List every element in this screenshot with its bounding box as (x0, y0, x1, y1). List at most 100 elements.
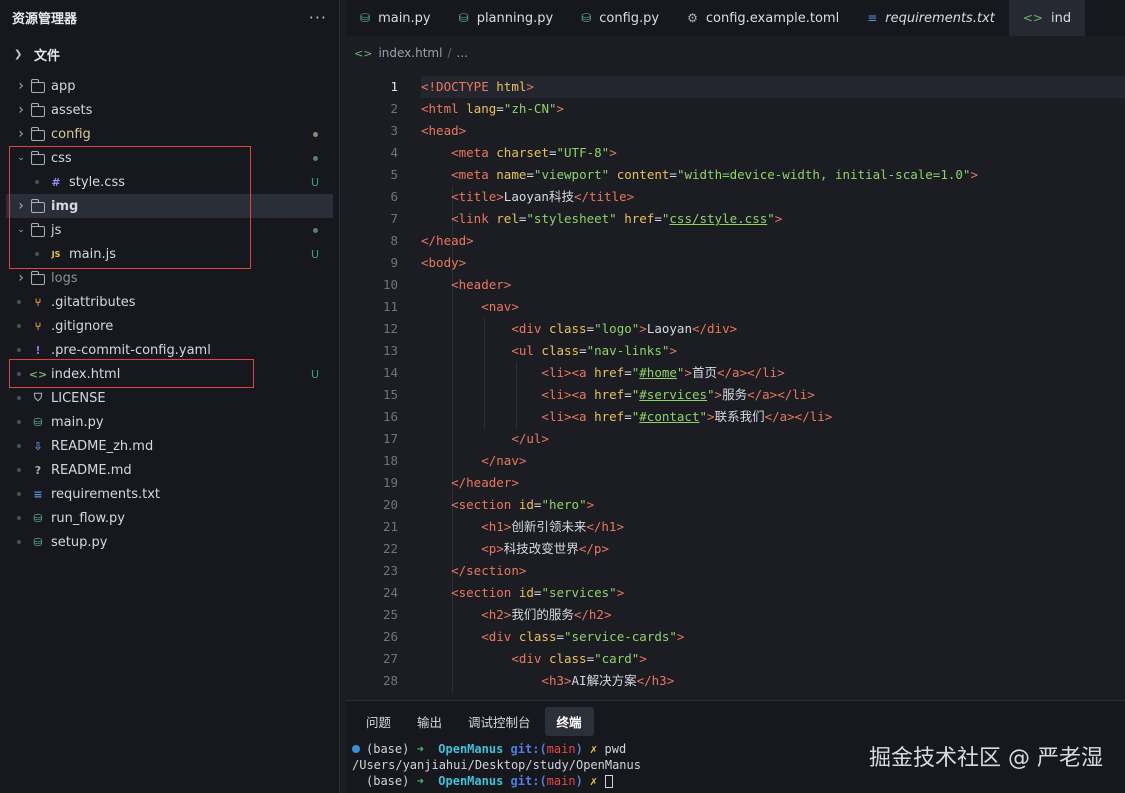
tree-item-label: app (51, 78, 76, 94)
editor-tab[interactable]: ⛁ config.py (567, 0, 673, 36)
chevron-right-icon: › (18, 78, 24, 94)
code-line: <meta name="viewport" content="width=dev… (451, 167, 978, 182)
explorer-title: 资源管理器 (12, 11, 78, 27)
line-number: 8 (390, 233, 398, 248)
tree-item[interactable]: › config (0, 122, 339, 146)
tree-item[interactable]: ⛁ main.py (0, 410, 339, 434)
html-icon: <> (354, 46, 373, 60)
editor-tab[interactable]: ⛁ main.py (346, 0, 445, 36)
code-line: <h2>我们的服务</h2> (481, 607, 612, 622)
tab-label: main.py (378, 10, 431, 26)
tree-item-label: logs (51, 270, 78, 286)
tree-item[interactable]: ⇩ README_zh.md (0, 434, 339, 458)
python-icon: ⛁ (33, 511, 43, 525)
indent-dot (17, 396, 21, 400)
code-line: <section id="hero"> (451, 497, 595, 512)
tree-item[interactable]: ⛁ setup.py (0, 530, 339, 554)
highlight-box (9, 146, 251, 269)
code-line: </nav> (481, 453, 527, 468)
line-number: 16 (382, 409, 398, 424)
line-number: 18 (382, 453, 398, 468)
line-number: 14 (382, 365, 398, 380)
line-number: 11 (382, 299, 398, 314)
folder-icon (30, 126, 46, 143)
folder-icon (30, 270, 46, 287)
tree-item[interactable]: ≡ requirements.txt (0, 482, 339, 506)
line-number: 3 (390, 123, 398, 138)
list-icon: ≡ (33, 487, 43, 501)
panel-tab[interactable]: 输出 (405, 707, 454, 736)
code-line: <h3>AI解决方案</h3> (541, 673, 675, 688)
line-number: 15 (382, 387, 398, 402)
panel-tab[interactable]: 终端 (544, 706, 594, 736)
code-editor[interactable]: 1 2 3 4 5 6 7 8 9 10 11 12 13 14 15 16 17 18 19 20 21 22 23 24 2… (346, 70, 1125, 692)
explorer-sidebar: 资源管理器 ··· ❯ 文件 › app › assets › config ⌄ css # st… (0, 0, 340, 793)
line-number: 23 (382, 563, 398, 578)
python-icon: ⛁ (33, 535, 43, 549)
more-icon[interactable]: ··· (309, 8, 327, 27)
tree-item-label: LICENSE (51, 390, 106, 406)
panel-tab[interactable]: 问题 (354, 707, 403, 736)
editor-tab[interactable]: ⚙ config.example.toml (673, 0, 853, 36)
download-icon: ⇩ (33, 439, 43, 453)
tab-label: config.py (599, 10, 660, 26)
tree-item[interactable]: ? README.md (0, 458, 339, 482)
highlight-box (9, 359, 254, 388)
code-line: <div class="card"> (511, 651, 647, 666)
files-section-header[interactable]: ❯ 文件 (0, 34, 339, 74)
breadcrumb-file[interactable]: index.html (378, 46, 442, 60)
tree-item-label: requirements.txt (51, 486, 161, 502)
editor-tab[interactable]: ⛁ planning.py (445, 0, 568, 36)
untracked-badge: U (311, 175, 320, 189)
code-line: <!DOCTYPE html> (421, 76, 1125, 98)
breadcrumb-rest[interactable]: ... (456, 46, 467, 60)
code-line: </ul> (511, 431, 549, 446)
tree-item[interactable]: ⛁ run_flow.py (0, 506, 339, 530)
files-section-label: 文件 (34, 48, 61, 64)
code-line: <html lang="zh-CN"> (421, 101, 565, 116)
panel-tabs: 问题 输出 调试控制台 终端 (346, 701, 1125, 741)
line-number: 17 (382, 431, 398, 446)
line-number: 25 (382, 607, 398, 622)
line-number: 26 (382, 629, 398, 644)
code-line: <link rel="stylesheet" href="css/style.c… (451, 211, 783, 226)
chevron-right-icon: › (18, 270, 24, 286)
tree-item[interactable]: › logs (0, 266, 339, 290)
folder-icon (30, 102, 46, 119)
tree-item-label: setup.py (51, 534, 108, 550)
tab-label: requirements.txt (885, 10, 995, 26)
modified-dot (313, 132, 318, 137)
terminal-prompt[interactable]: (base) ➜ OpenManus git:(main) ✗ (346, 773, 1125, 789)
line-number: 20 (382, 497, 398, 512)
code-line: <section id="services"> (451, 585, 625, 600)
editor-tab[interactable]: <> ind (1008, 0, 1086, 36)
tree-item[interactable]: › app (0, 74, 339, 98)
indent-dot (17, 348, 21, 352)
chevron-right-icon: › (18, 126, 24, 142)
line-number: 21 (382, 519, 398, 534)
tree-item-label: assets (51, 102, 93, 118)
line-number: 24 (382, 585, 398, 600)
code-line: <li><a href="#contact">联系我们</a></li> (541, 409, 833, 424)
modified-dot (313, 156, 318, 161)
untracked-badge: U (311, 367, 320, 381)
chevron-down-icon: ❯ (14, 48, 23, 60)
panel-tab[interactable]: 调试控制台 (456, 707, 543, 736)
line-number: 10 (382, 277, 398, 292)
code-line: <li><a href="#services">服务</a></li> (541, 387, 815, 402)
tab-label: config.example.toml (705, 10, 840, 26)
folder-icon (30, 78, 46, 95)
command-status-icon (352, 745, 360, 753)
html-icon: <> (1022, 11, 1043, 25)
code-content[interactable]: <!DOCTYPE html> <html lang="zh-CN"> <hea… (421, 76, 1125, 692)
indent-dot (17, 516, 21, 520)
tree-item[interactable]: › assets (0, 98, 339, 122)
tree-item[interactable]: ⑂ .gitignore (0, 314, 339, 338)
breadcrumb: <> index.html / ... (346, 36, 1125, 70)
line-number: 6 (390, 189, 398, 204)
tree-item[interactable]: ⛉ LICENSE (0, 386, 339, 410)
editor-tab[interactable]: ≡ requirements.txt (853, 0, 1009, 36)
tree-item-label: main.py (51, 414, 104, 430)
tree-item[interactable]: ⑂ .gitattributes (0, 290, 339, 314)
indent-dot (17, 420, 21, 424)
